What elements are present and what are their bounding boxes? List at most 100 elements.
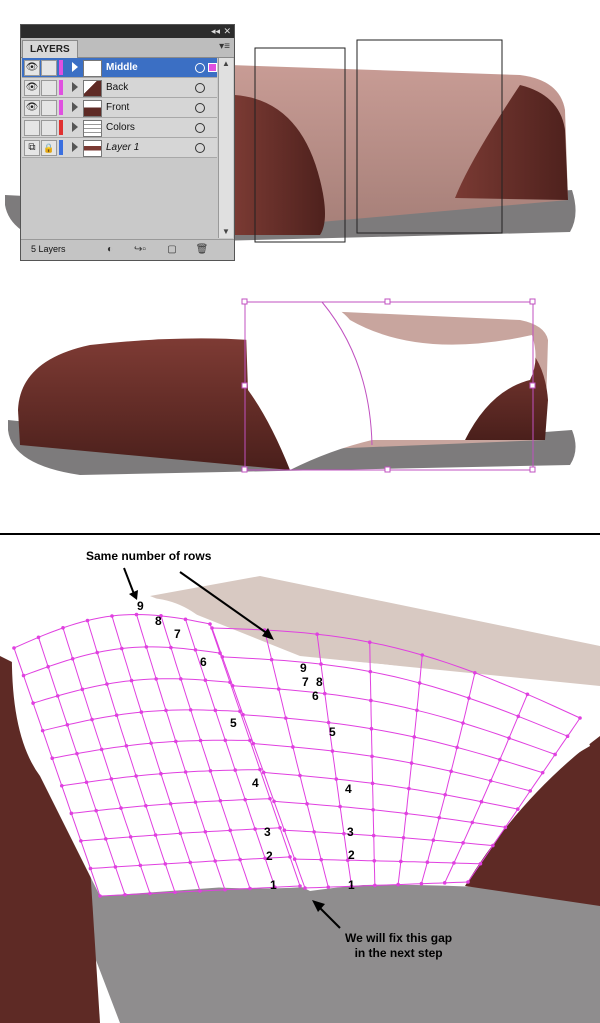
mesh-node[interactable] [466,880,470,884]
mesh-node[interactable] [178,831,183,836]
mesh-node[interactable] [174,739,178,744]
mesh-node[interactable] [455,745,459,750]
mesh-node[interactable] [223,738,228,743]
mesh-node[interactable] [149,741,153,745]
mesh-node[interactable] [98,894,102,898]
mesh-node[interactable] [123,892,127,897]
mesh-node[interactable] [138,863,143,868]
target-circle-icon[interactable] [195,143,205,153]
mesh-node[interactable] [40,728,45,733]
mesh-node[interactable] [103,837,108,841]
mesh-node[interactable] [248,738,252,743]
mesh-node[interactable] [261,770,266,775]
mesh-node[interactable] [334,777,339,781]
mesh-node[interactable] [503,825,508,830]
mesh-node[interactable] [478,861,483,866]
mesh-node[interactable] [31,701,35,705]
mesh-node[interactable] [173,890,177,895]
mesh-node[interactable] [452,861,456,865]
mesh-node[interactable] [312,830,316,834]
mesh-node[interactable] [114,713,119,718]
mesh-node[interactable] [540,770,545,775]
mesh-node[interactable] [315,632,319,636]
mesh-node[interactable] [284,716,288,720]
eye-toggle-empty[interactable] [24,120,40,136]
mesh-node[interactable] [371,833,376,838]
mesh-node[interactable] [218,651,222,655]
mesh-node[interactable] [367,640,372,644]
mesh-node[interactable] [417,681,422,685]
mesh-node[interactable] [198,738,203,743]
lock-toggle[interactable] [41,100,57,116]
mesh-node[interactable] [61,626,65,630]
mesh-node[interactable] [288,855,292,859]
layer-row-middle[interactable]: 👁 Middle [22,58,217,78]
mesh-node[interactable] [305,802,309,806]
mesh-node[interactable] [373,883,377,888]
close-icon[interactable]: ✕ [223,25,231,38]
scroll-down-icon[interactable]: ▼ [219,226,233,238]
mesh-node[interactable] [268,796,272,801]
mesh-node[interactable] [85,618,90,623]
mesh-node[interactable] [208,622,212,626]
mesh-node[interactable] [109,777,114,781]
mesh-node[interactable] [578,716,582,720]
mesh-node[interactable] [79,839,83,843]
mesh-node[interactable] [55,694,60,698]
mesh-node[interactable] [223,887,227,892]
mesh-node[interactable] [528,789,533,793]
mesh-node[interactable] [419,881,424,886]
mesh-node[interactable] [272,799,276,804]
trash-icon[interactable]: 🗑 [195,243,209,256]
mesh-node[interactable] [70,656,75,661]
mesh-node[interactable] [94,808,98,813]
mesh-node[interactable] [269,657,274,662]
mesh-node[interactable] [372,859,377,863]
mesh-node[interactable] [69,811,74,816]
mesh-node[interactable] [498,757,502,762]
mesh-node[interactable] [461,841,465,845]
mesh-node[interactable] [183,617,188,622]
mesh-node[interactable] [21,673,26,678]
mesh-node[interactable] [233,768,238,772]
mesh-node[interactable] [437,815,442,820]
lock-toggle[interactable] [41,120,57,136]
mesh-node[interactable] [407,786,411,791]
mesh-node[interactable] [461,721,465,725]
target-circle-icon[interactable] [195,83,205,93]
mesh-node[interactable] [213,708,218,713]
eye-icon[interactable]: 👁 [24,60,40,76]
mesh-node[interactable] [330,749,335,753]
mesh-node[interactable] [342,831,346,836]
mesh-node[interactable] [425,860,430,865]
mesh-node[interactable] [467,696,471,700]
mesh-node[interactable] [420,653,425,657]
expand-triangle-icon[interactable] [72,62,78,72]
mesh-node[interactable] [409,761,414,765]
mesh-node[interactable] [248,886,252,891]
mesh-node[interactable] [119,806,123,810]
mesh-node[interactable] [326,720,331,725]
mesh-node[interactable] [88,866,93,871]
mesh-node[interactable] [110,614,114,618]
mesh-node[interactable] [507,736,511,740]
mesh-node[interactable] [491,843,495,848]
mesh-node[interactable] [319,662,323,666]
mesh-node[interactable] [228,680,232,685]
mesh-node[interactable] [84,780,89,785]
mesh-node[interactable] [59,783,64,788]
mesh-node[interactable] [369,698,373,703]
mesh-node[interactable] [183,770,188,774]
mesh-node[interactable] [488,778,493,783]
mesh-node[interactable] [168,801,173,806]
mesh-node[interactable] [119,646,124,651]
mesh-node[interactable] [154,677,158,681]
mesh-node[interactable] [128,835,133,839]
eye-icon[interactable]: 👁 [24,80,40,96]
eye-icon[interactable]: 👁 [24,100,40,116]
layers-scrollbar[interactable]: ▲ ▼ [218,58,233,238]
mesh-node[interactable] [282,828,287,833]
mesh-node[interactable] [371,807,375,812]
mesh-node[interactable] [95,650,100,655]
mesh-node[interactable] [291,745,295,749]
